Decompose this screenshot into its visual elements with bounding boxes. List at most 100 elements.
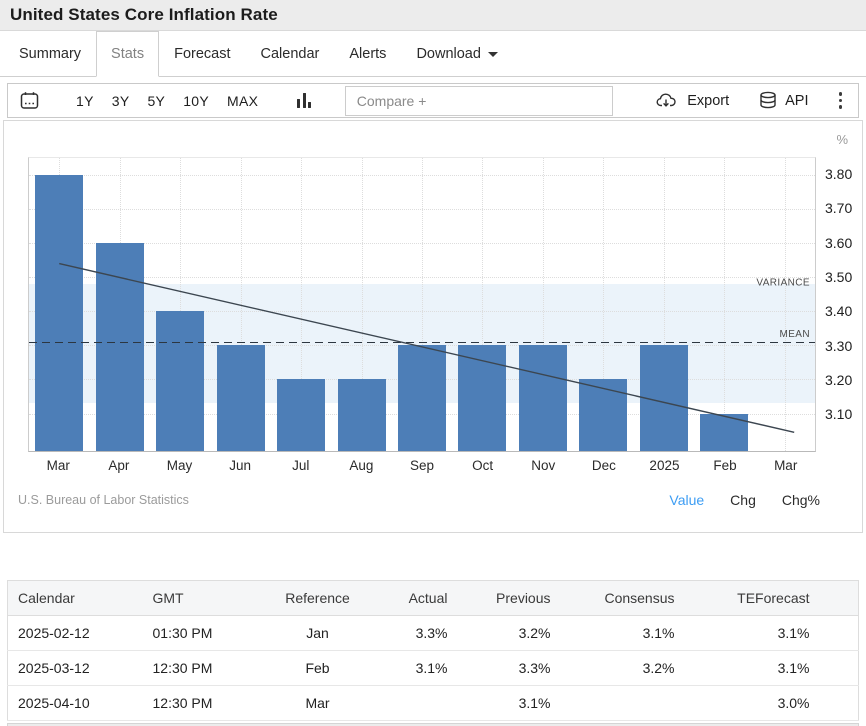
y-axis: 3.103.203.303.403.503.603.703.80 [816, 157, 862, 452]
column-header-reference[interactable]: Reference [268, 581, 368, 616]
x-axis: MarAprMayJunJulAugSepOctNovDec2025FebMar [28, 452, 816, 479]
tab-bar: Summary Stats Forecast Calendar Alerts Downlo… [0, 31, 866, 77]
column-header-gmt[interactable]: GMT [143, 581, 268, 616]
range-button-3y[interactable]: 3Y [103, 93, 139, 109]
y-tick-label: 3.70 [825, 200, 852, 216]
x-tick-label: Nov [531, 458, 555, 473]
cell-spacer [815, 616, 859, 651]
x-tick-label: Oct [472, 458, 493, 473]
x-tick-label: Jul [292, 458, 309, 473]
cell-reference: Feb [268, 651, 368, 686]
y-tick-label: 3.30 [825, 338, 852, 354]
x-tick-label: 2025 [649, 458, 679, 473]
source-label: U.S. Bureau of Labor Statistics [18, 493, 189, 507]
x-tick-label: Apr [108, 458, 129, 473]
bar-chart-type-icon[interactable] [297, 93, 314, 108]
column-header-previous[interactable]: Previous [453, 581, 556, 616]
x-tick-label: Feb [713, 458, 736, 473]
tab-summary[interactable]: Summary [4, 31, 96, 77]
variance-annotation: VARIANCE [756, 278, 810, 289]
column-header-spacer [815, 581, 859, 616]
y-tick-label: 3.20 [825, 372, 852, 388]
range-button-5y[interactable]: 5Y [138, 93, 174, 109]
x-tick-label: Mar [774, 458, 797, 473]
column-header-teforecast[interactable]: TEForecast [680, 581, 815, 616]
table-row[interactable]: 2025-03-1212:30 PMFeb3.1%3.3%3.2%3.1% [8, 651, 859, 686]
cell-teforecast: 3.1% [680, 651, 815, 686]
y-tick-label: 3.40 [825, 303, 852, 319]
tab-label: Calendar [261, 46, 320, 62]
compare-input[interactable] [345, 86, 613, 116]
cell-calendar: 2025-02-12 [8, 616, 143, 651]
cell-consensus: 3.2% [556, 651, 680, 686]
series-link-value[interactable]: Value [669, 492, 704, 508]
tab-download[interactable]: Download [401, 31, 513, 77]
chart-toolbar: 1Y3Y5Y10YMAX Export API [7, 83, 859, 118]
api-button[interactable]: API [759, 91, 808, 110]
cell-consensus [556, 686, 680, 721]
column-header-actual[interactable]: Actual [368, 581, 453, 616]
x-tick-label: Mar [47, 458, 70, 473]
range-button-10y[interactable]: 10Y [174, 93, 218, 109]
series-links: Value Chg Chg% [643, 492, 820, 508]
tab-label: Download [416, 46, 481, 62]
releases-table: CalendarGMTReferenceActualPreviousConsen… [7, 580, 859, 721]
column-header-consensus[interactable]: Consensus [556, 581, 680, 616]
export-label: Export [687, 93, 729, 109]
series-link-chgpct[interactable]: Chg% [782, 492, 820, 508]
cell-actual: 3.3% [368, 616, 453, 651]
tab-stats[interactable]: Stats [96, 31, 159, 77]
range-button-max[interactable]: MAX [218, 93, 267, 109]
y-tick-label: 3.60 [825, 235, 852, 251]
tab-label: Alerts [349, 46, 386, 62]
range-buttons: 1Y3Y5Y10YMAX [67, 93, 267, 109]
tab-calendar[interactable]: Calendar [246, 31, 335, 77]
cell-gmt: 12:30 PM [143, 651, 268, 686]
chart-area: VARIANCEMEAN 3.103.203.303.403.503.603.7… [28, 157, 862, 452]
trend-line [29, 158, 815, 451]
y-tick-label: 3.50 [825, 269, 852, 285]
export-button[interactable]: Export [656, 92, 729, 109]
cell-reference: Mar [268, 686, 368, 721]
table-row[interactable]: 2025-02-1201:30 PMJan3.3%3.2%3.1%3.1% [8, 616, 859, 651]
database-icon [759, 91, 777, 110]
cell-spacer [815, 651, 859, 686]
api-label: API [785, 93, 808, 109]
tab-label: Forecast [174, 46, 230, 62]
column-header-calendar[interactable]: Calendar [8, 581, 143, 616]
y-tick-label: 3.80 [825, 166, 852, 182]
cell-calendar: 2025-04-10 [8, 686, 143, 721]
page-header: United States Core Inflation Rate [0, 0, 866, 31]
cell-actual [368, 686, 453, 721]
cell-actual: 3.1% [368, 651, 453, 686]
calendar-icon[interactable] [20, 91, 39, 110]
cell-reference: Jan [268, 616, 368, 651]
tab-label: Stats [111, 46, 144, 62]
bar-chart-plot[interactable]: VARIANCE MEAN [28, 157, 816, 452]
cell-previous: 3.1% [453, 686, 556, 721]
range-button-1y[interactable]: 1Y [67, 93, 103, 109]
cell-teforecast: 3.1% [680, 616, 815, 651]
cell-gmt: 01:30 PM [143, 616, 268, 651]
table-row[interactable]: 2025-04-1012:30 PMMar3.1%3.0% [8, 686, 859, 721]
kebab-menu-icon[interactable] [839, 90, 843, 110]
cell-gmt: 12:30 PM [143, 686, 268, 721]
cell-calendar: 2025-03-12 [8, 651, 143, 686]
cloud-download-icon [656, 92, 679, 109]
x-tick-label: Jun [229, 458, 251, 473]
series-link-chg[interactable]: Chg [730, 492, 756, 508]
cell-previous: 3.3% [453, 651, 556, 686]
tab-label: Summary [19, 46, 81, 62]
x-tick-label: May [167, 458, 193, 473]
mean-annotation: MEAN [780, 329, 811, 340]
chart-footer: U.S. Bureau of Labor Statistics Value Chg… [18, 492, 820, 508]
cell-consensus: 3.1% [556, 616, 680, 651]
tab-alerts[interactable]: Alerts [334, 31, 401, 77]
x-tick-label: Sep [410, 458, 434, 473]
table-header-row: CalendarGMTReferenceActualPreviousConsen… [8, 581, 859, 616]
toolbar-right: Export API [656, 90, 846, 110]
tab-forecast[interactable]: Forecast [159, 31, 245, 77]
cell-spacer [815, 686, 859, 721]
x-tick-label: Dec [592, 458, 616, 473]
cell-previous: 3.2% [453, 616, 556, 651]
